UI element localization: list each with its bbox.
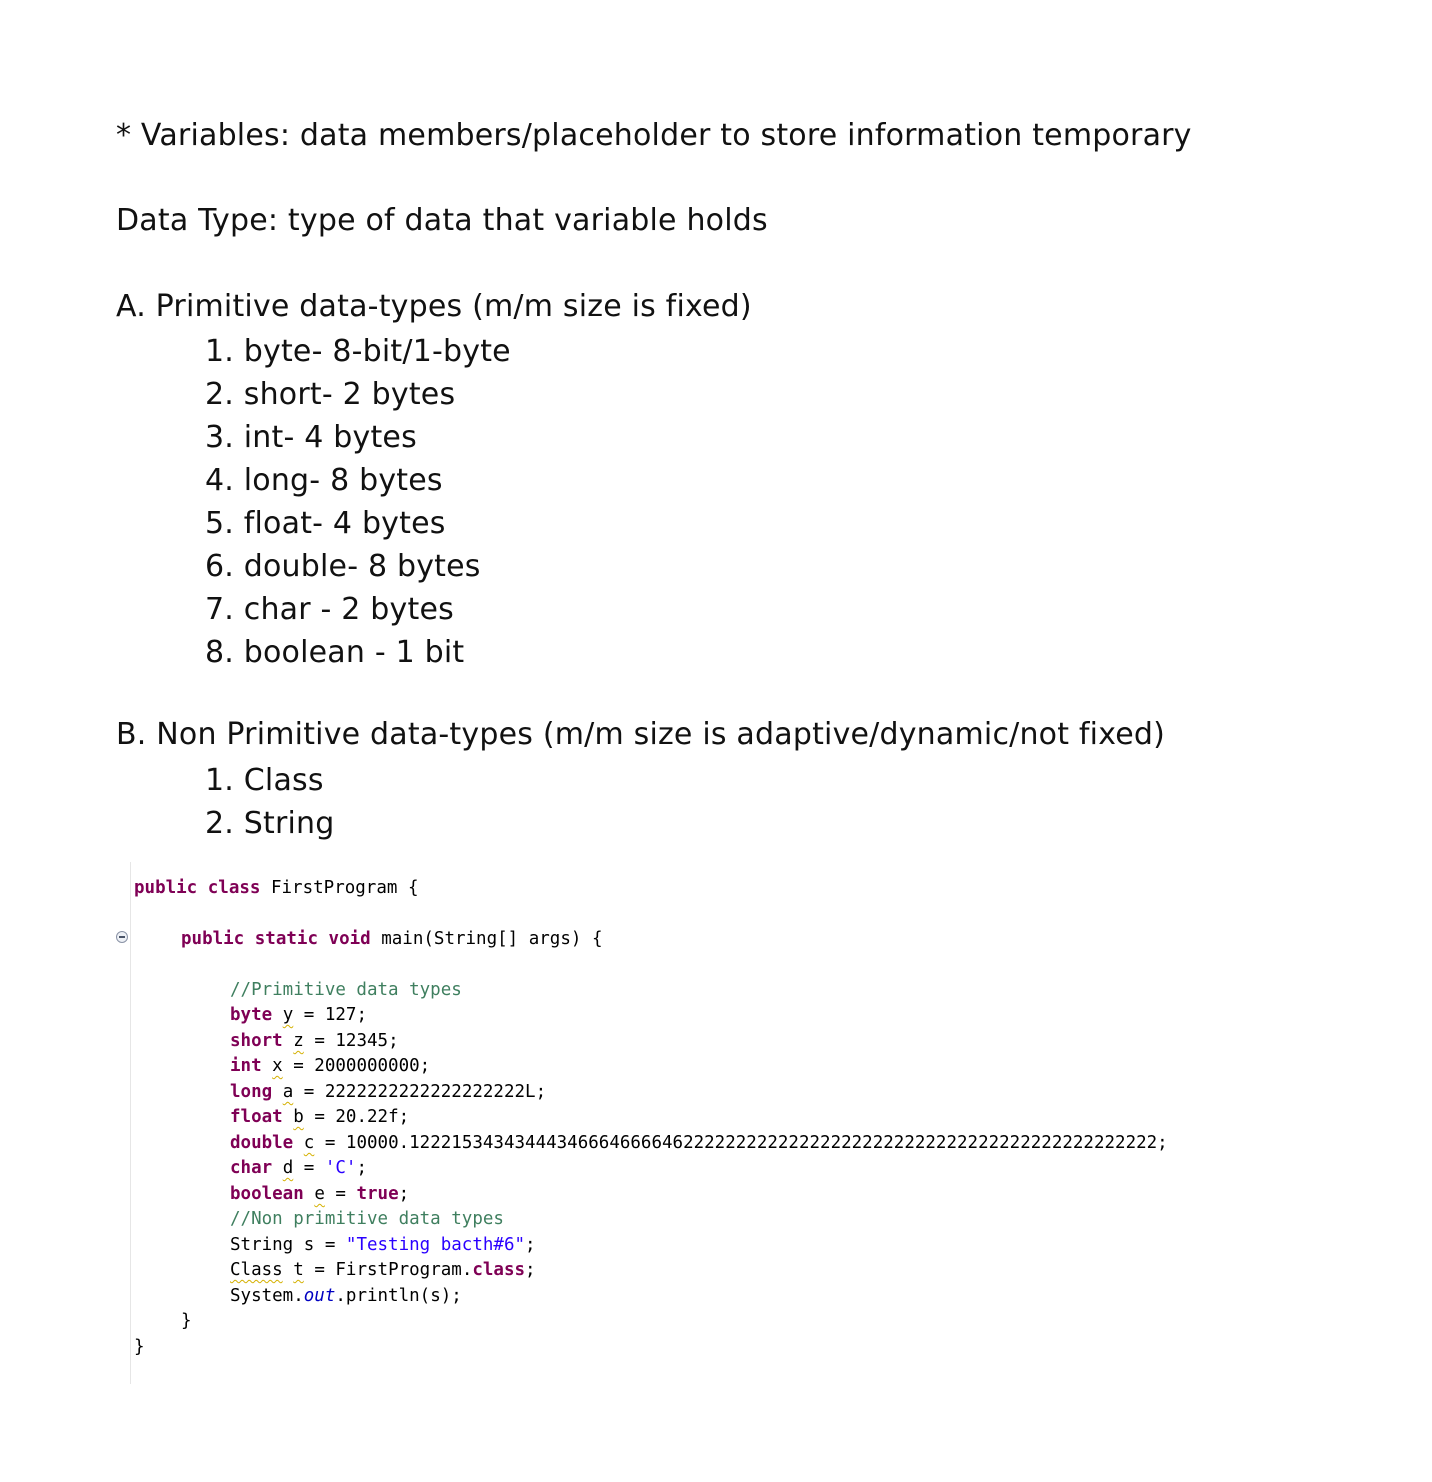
- code-line-float: float b = 20.22f;: [230, 1105, 409, 1129]
- code-line-byte: byte y = 127;: [230, 1003, 367, 1027]
- variable: e: [314, 1184, 325, 1204]
- semicolon: ;: [525, 1260, 536, 1280]
- primitive-heading: A. Primitive data-types (m/m size is fix…: [116, 289, 752, 324]
- assignment: = 12345;: [303, 1031, 399, 1051]
- string-literal: "Testing bacth#6": [345, 1235, 526, 1255]
- collapse-icon[interactable]: [116, 931, 128, 943]
- semicolon: ;: [356, 1158, 368, 1178]
- keyword: boolean: [230, 1184, 304, 1204]
- list-item: 4. long- 8 bytes: [205, 463, 443, 498]
- assignment: = 20.22f;: [303, 1107, 410, 1127]
- code-close-brace-outer: }: [134, 1337, 145, 1357]
- code-close-brace-inner: }: [181, 1311, 192, 1331]
- class-declaration: FirstProgram {: [260, 878, 419, 898]
- variables-definition: * Variables: data members/placeholder to…: [116, 118, 1192, 153]
- variable: d: [282, 1158, 294, 1178]
- variable: c: [303, 1133, 315, 1153]
- code-line-char: char d = 'C';: [230, 1156, 367, 1180]
- editor-gutter: [130, 862, 131, 1384]
- code-line-long: long a = 2222222222222222222L;: [230, 1080, 546, 1104]
- keyword: int: [230, 1056, 262, 1076]
- boolean-literal: true: [356, 1184, 399, 1204]
- keyword: class: [472, 1260, 526, 1280]
- nonprimitive-heading: B. Non Primitive data-types (m/m size is…: [116, 717, 1166, 752]
- char-literal: 'C': [324, 1158, 357, 1178]
- assignment: = 2000000000;: [282, 1056, 431, 1076]
- keyword: short: [230, 1031, 283, 1051]
- variable: a: [282, 1082, 294, 1102]
- nonprimitive-list: 1. Class 2. String: [205, 759, 335, 845]
- list-item: 5. float- 4 bytes: [205, 506, 446, 541]
- keyword: public: [134, 878, 198, 898]
- variable: x: [272, 1056, 283, 1076]
- list-item: 1. Class: [205, 763, 324, 798]
- declaration: String s =: [230, 1235, 346, 1255]
- code-line-int: int x = 2000000000;: [230, 1054, 430, 1078]
- keyword: long: [230, 1082, 273, 1102]
- keyword: static: [254, 929, 318, 949]
- assignment: =: [324, 1184, 357, 1204]
- list-item: 3. int- 4 bytes: [205, 420, 417, 455]
- variable: b: [293, 1107, 304, 1127]
- type-name: Class: [230, 1260, 283, 1280]
- code-editor: public class FirstProgram { public stati…: [108, 862, 1308, 1384]
- list-item: 6. double- 8 bytes: [205, 549, 481, 584]
- code-line-println: System.out.println(s);: [230, 1284, 462, 1308]
- assignment: = FirstProgram.: [303, 1260, 473, 1280]
- assignment: = 10000.12221534343444346664666646222222…: [314, 1133, 1168, 1153]
- variable: z: [293, 1031, 304, 1051]
- code-line-short: short z = 12345;: [230, 1029, 399, 1053]
- keyword: double: [230, 1133, 294, 1153]
- keyword: public: [181, 929, 245, 949]
- variable: t: [293, 1260, 304, 1280]
- code-line-string: String s = "Testing bacth#6";: [230, 1233, 536, 1257]
- system-ref: System.: [230, 1286, 304, 1306]
- code-comment-nonprimitive: //Non primitive data types: [230, 1209, 504, 1229]
- code-line-class-var: Class t = FirstProgram.class;: [230, 1258, 536, 1282]
- semicolon: ;: [525, 1235, 536, 1255]
- code-comment-primitive: //Primitive data types: [230, 980, 462, 1000]
- method-call: .println(s);: [335, 1286, 462, 1306]
- keyword: class: [207, 878, 261, 898]
- code-line-main: public static void main(String[] args) {: [181, 927, 602, 951]
- code-line-class: public class FirstProgram {: [134, 876, 419, 900]
- keyword: byte: [230, 1005, 273, 1025]
- list-item: 8. boolean - 1 bit: [205, 635, 465, 670]
- keyword: void: [328, 929, 371, 949]
- method-signature: main(String[] args) {: [370, 929, 603, 949]
- code-line-double: double c = 10000.12221534343444346664666…: [230, 1131, 1168, 1155]
- variable: y: [282, 1005, 294, 1025]
- data-type-definition: Data Type: type of data that variable ho…: [116, 203, 768, 238]
- code-line-boolean: boolean e = true;: [230, 1182, 409, 1206]
- list-item: 7. char - 2 bytes: [205, 592, 454, 627]
- keyword: char: [230, 1158, 273, 1178]
- assignment: =: [293, 1158, 325, 1178]
- assignment: = 127;: [293, 1005, 368, 1025]
- list-item: 2. String: [205, 806, 335, 841]
- primitive-list: 1. byte- 8-bit/1-byte 2. short- 2 bytes …: [205, 330, 511, 674]
- assignment: = 2222222222222222222L;: [293, 1082, 547, 1102]
- semicolon: ;: [398, 1184, 410, 1204]
- keyword: float: [230, 1107, 283, 1127]
- list-item: 2. short- 2 bytes: [205, 377, 456, 412]
- list-item: 1. byte- 8-bit/1-byte: [205, 334, 511, 369]
- static-field: out: [303, 1286, 336, 1306]
